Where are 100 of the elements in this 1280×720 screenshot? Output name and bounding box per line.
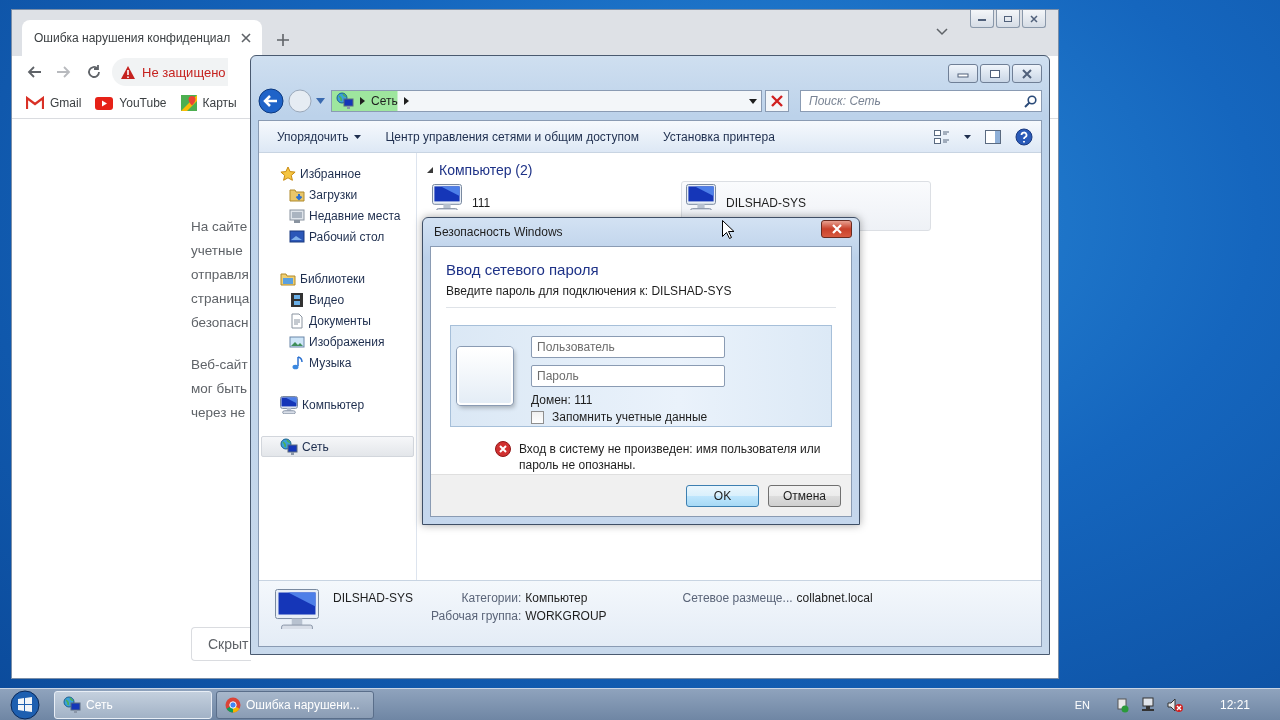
collapse-triangle-icon	[427, 167, 433, 173]
nav-item[interactable]: Избранное	[259, 163, 416, 184]
stop-button[interactable]	[765, 90, 789, 112]
toolbar-button[interactable]: Центр управления сетями и общим доступом	[375, 125, 649, 148]
maximize-icon	[989, 68, 1001, 79]
group-header[interactable]: Компьютер (2)	[427, 159, 533, 181]
mouse-cursor-icon	[722, 220, 734, 239]
details-value: collabnet.local	[796, 591, 873, 605]
checkbox[interactable]	[531, 410, 544, 424]
play-icon	[95, 96, 114, 110]
close-icon	[1029, 14, 1039, 23]
nav-item[interactable]: Библиотеки	[259, 268, 416, 289]
nav-item[interactable]: Рабочий стол	[259, 226, 416, 247]
nav-item[interactable]: Сеть	[261, 436, 414, 457]
film-icon	[289, 291, 305, 308]
paragraph-line: учетные	[191, 242, 243, 260]
details-label: Сетевое размеще...	[682, 591, 793, 605]
libraries-icon	[280, 270, 296, 287]
volume-muted-icon[interactable]	[1165, 696, 1184, 713]
reload-icon[interactable]	[86, 64, 102, 80]
password-field[interactable]: Пароль	[531, 365, 725, 387]
view-options-icon[interactable]	[934, 129, 950, 144]
back-arrow-icon[interactable]	[26, 64, 42, 80]
close-icon	[830, 224, 843, 234]
breadcrumb[interactable]: Сеть	[371, 94, 398, 108]
dialog-heading: Ввод сетевого пароля	[446, 261, 600, 278]
preview-pane-icon[interactable]	[985, 129, 1001, 144]
search-field[interactable]: Поиск: Сеть	[800, 90, 1042, 112]
computer-icon	[275, 589, 319, 629]
bookmark[interactable]: Карты	[180, 95, 237, 111]
maximize-button[interactable]	[980, 64, 1010, 83]
paragraph-line: через не	[191, 404, 246, 422]
address-bar[interactable]: Не защищено	[112, 58, 228, 86]
nav-item[interactable]: Изображения	[259, 331, 416, 352]
domain-label: Домен: 111	[531, 393, 594, 407]
close-button[interactable]	[1022, 10, 1046, 28]
close-icon	[771, 95, 784, 107]
nav-item[interactable]: Недавние места	[259, 205, 416, 226]
dialog-title: Безопасность Windows	[434, 225, 563, 239]
browser-icon	[225, 696, 241, 713]
nav-item[interactable]: Компьютер	[259, 394, 416, 415]
chevron-right-icon	[360, 97, 365, 105]
desktop-icon	[289, 228, 305, 245]
details-value: Компьютер	[525, 591, 589, 605]
details-label: Категории:	[460, 591, 522, 605]
network-icon	[336, 92, 354, 110]
maximize-button[interactable]	[996, 10, 1020, 28]
checkbox-label[interactable]: Запомнить учетные данные	[552, 410, 708, 424]
toolbar-button[interactable]: Установка принтера	[652, 125, 785, 148]
maximize-icon	[1003, 14, 1013, 23]
nav-item[interactable]: Музыка	[259, 352, 416, 373]
nav-item[interactable]: Загрузки	[259, 184, 416, 205]
paragraph-line: мог быть	[191, 380, 248, 398]
error-icon	[495, 441, 511, 457]
paragraph-line: Веб-сайт	[191, 356, 248, 374]
bookmark[interactable]: Gmail	[26, 96, 82, 110]
search-icon	[1024, 95, 1037, 108]
details-name: DILSHAD-SYS	[333, 590, 415, 605]
close-icon[interactable]	[240, 32, 252, 44]
back-button-icon[interactable]	[258, 88, 284, 114]
folder-icon	[289, 186, 305, 203]
star-icon	[280, 165, 296, 182]
close-button[interactable]	[821, 220, 852, 238]
details-value: WORKGROUP	[525, 609, 607, 623]
network-icon	[63, 695, 81, 714]
bookmark[interactable]: YouTube	[95, 96, 167, 110]
picture-icon	[289, 333, 305, 350]
address-bar[interactable]: Сеть	[331, 90, 763, 112]
username-field[interactable]: Пользователь	[531, 336, 725, 358]
start-orb-icon[interactable]	[10, 689, 40, 720]
minimize-button[interactable]	[948, 64, 978, 83]
computer-icon	[432, 184, 462, 210]
error-message: Вход в систему не произведен: имя пользователя или пароль не опознаны.	[519, 441, 822, 473]
user-tile	[457, 347, 513, 405]
dropdown-arrow-icon[interactable]	[749, 98, 758, 104]
nav-item[interactable]: Документы	[259, 310, 416, 331]
map-pin-icon	[180, 95, 197, 111]
browser-tab[interactable]: Ошибка нарушения конфиденциал	[22, 20, 262, 56]
close-button[interactable]	[1012, 64, 1042, 83]
close-icon	[1021, 68, 1033, 79]
dialog-subtitle: Введите пароль для подключения к: DILSHAD-SYS	[446, 284, 733, 298]
paragraph-line: страница	[191, 290, 250, 308]
help-icon[interactable]	[1015, 127, 1033, 146]
computer-icon	[686, 184, 716, 210]
hide-button[interactable]: Скрыт	[191, 627, 251, 661]
paragraph-line: безопасн	[191, 314, 249, 332]
mail-icon	[26, 96, 44, 110]
minimize-button[interactable]	[970, 10, 994, 28]
network-status-icon[interactable]	[1139, 696, 1156, 713]
chevron-down-icon[interactable]	[936, 28, 948, 36]
dialog-button[interactable]: OK	[686, 484, 759, 507]
caret-icon[interactable]	[964, 134, 971, 139]
network-icon	[280, 437, 298, 456]
caret-icon	[354, 134, 362, 139]
paragraph-line: На сайте	[191, 218, 248, 236]
new-tab-icon[interactable]	[276, 33, 290, 47]
toolbar-button[interactable]: Упорядочить	[267, 125, 372, 148]
dialog-button[interactable]: Отмена	[768, 484, 841, 507]
nav-item[interactable]: Видео	[259, 289, 416, 310]
computer-icon	[280, 395, 298, 414]
